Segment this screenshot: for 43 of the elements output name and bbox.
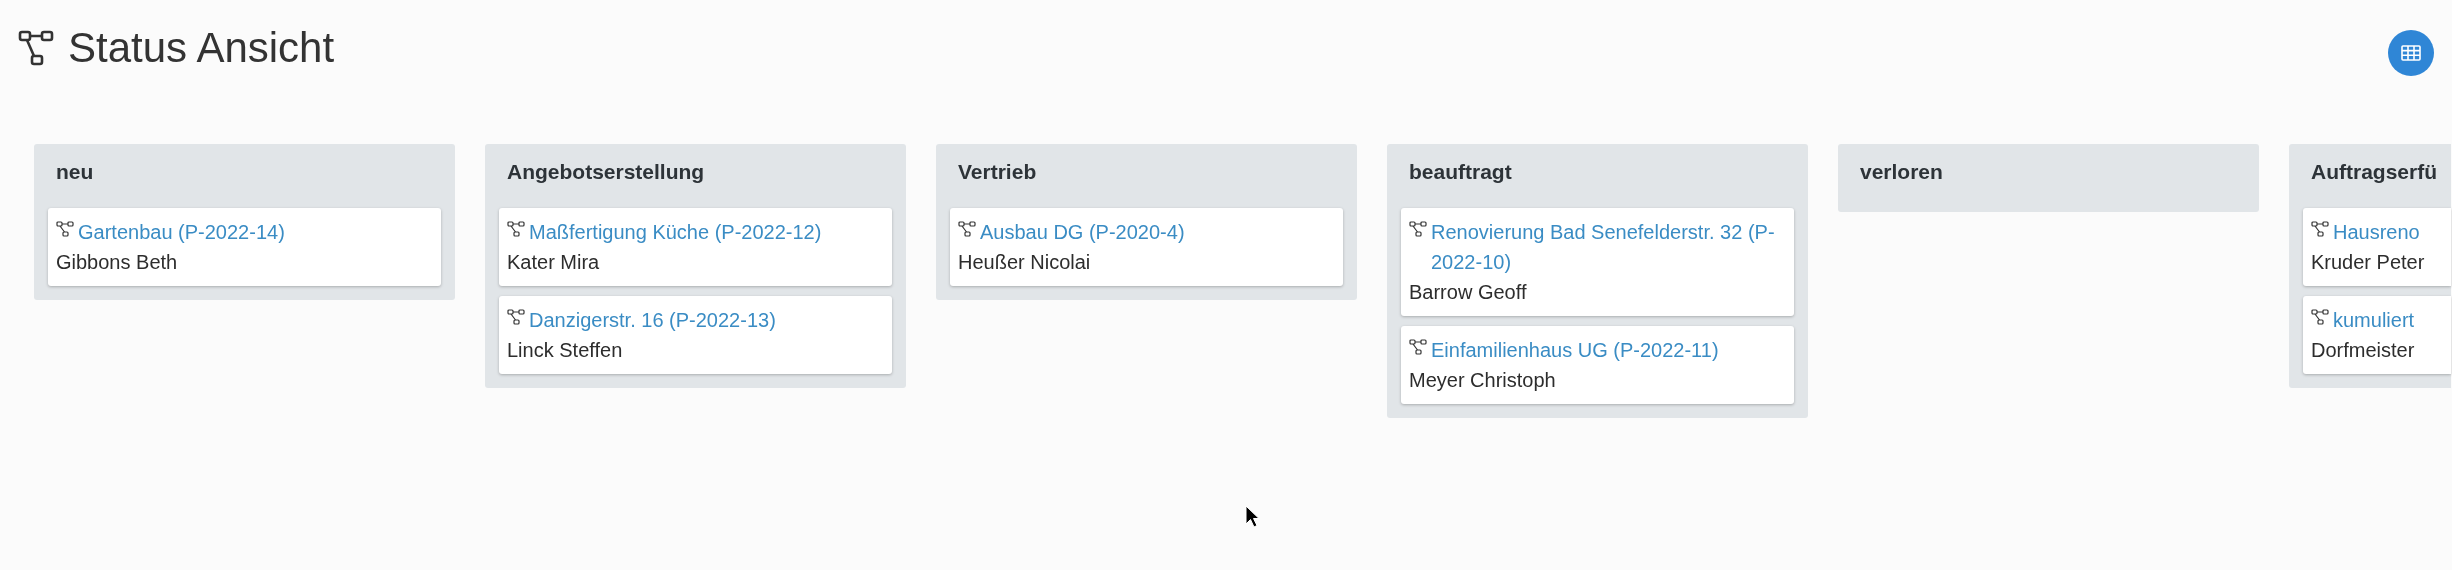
project-card[interactable]: Ausbau DG (P-2020-4) Heußer Nicolai bbox=[950, 208, 1343, 286]
customer-name: Gibbons Beth bbox=[56, 250, 179, 275]
flowchart-icon bbox=[1409, 221, 1427, 237]
customer-name: Meyer Christoph bbox=[1409, 368, 1557, 393]
project-card[interactable]: Maßfertigung Küche (P-2022-12) Kater Mira bbox=[499, 208, 892, 286]
mouse-cursor-icon bbox=[1245, 505, 1261, 529]
project-link[interactable]: Renovierung Bad Senefelderstr. 32 (P-2022-10) bbox=[1431, 217, 1786, 277]
project-link[interactable]: kumuliert bbox=[2333, 305, 2415, 335]
project-card[interactable]: Gartenbau (P-2022-14) Gibbons Beth bbox=[48, 208, 441, 286]
customer-name: Linck Steffen bbox=[507, 338, 624, 363]
customer-name: Barrow Geoff bbox=[1409, 280, 1528, 305]
project-card[interactable]: kumuliert Dorfmeister bbox=[2303, 296, 2451, 374]
flowchart-icon bbox=[56, 221, 74, 237]
page-title: Status Ansicht bbox=[68, 24, 335, 72]
project-link[interactable]: Gartenbau (P-2022-14) bbox=[78, 217, 285, 247]
project-link[interactable]: Ausbau DG (P-2020-4) bbox=[980, 217, 1185, 247]
project-card[interactable]: Einfamilienhaus UG (P-2022-11) Meyer Christoph bbox=[1401, 326, 1794, 404]
flowchart-icon bbox=[958, 221, 976, 237]
project-card[interactable]: Renovierung Bad Senefelderstr. 32 (P-2022-10) Barrow Geoff bbox=[1401, 208, 1794, 316]
flowchart-icon bbox=[507, 309, 525, 325]
project-link[interactable]: Danzigerstr. 16 (P-2022-13) bbox=[529, 305, 776, 335]
column-title: Auftragserfü bbox=[2310, 159, 2438, 185]
project-card[interactable]: Danzigerstr. 16 (P-2022-13) Linck Steffen bbox=[499, 296, 892, 374]
flowchart-icon bbox=[18, 30, 54, 66]
customer-name: Kater Mira bbox=[507, 250, 601, 275]
table-view-button[interactable] bbox=[2388, 30, 2434, 76]
column-title: verloren bbox=[1859, 159, 1944, 185]
flowchart-icon bbox=[2311, 221, 2329, 237]
flowchart-icon bbox=[1409, 339, 1427, 355]
flowchart-icon bbox=[507, 221, 525, 237]
project-card[interactable]: Hausreno Kruder Peter bbox=[2303, 208, 2451, 286]
customer-name: Dorfmeister bbox=[2311, 338, 2416, 363]
column-title: Angebotserstellung bbox=[506, 159, 706, 185]
project-link[interactable]: Einfamilienhaus UG (P-2022-11) bbox=[1431, 335, 1719, 365]
table-icon bbox=[2401, 45, 2421, 61]
project-link[interactable]: Maßfertigung Küche (P-2022-12) bbox=[529, 217, 822, 247]
flowchart-icon bbox=[2311, 309, 2329, 325]
customer-name: Kruder Peter bbox=[2311, 250, 2426, 275]
project-link[interactable]: Hausreno bbox=[2333, 217, 2420, 247]
customer-name: Heußer Nicolai bbox=[958, 250, 1092, 275]
column-title: beauftragt bbox=[1408, 159, 1513, 185]
column-title: Vertrieb bbox=[957, 159, 1038, 185]
column-title: neu bbox=[55, 159, 95, 185]
